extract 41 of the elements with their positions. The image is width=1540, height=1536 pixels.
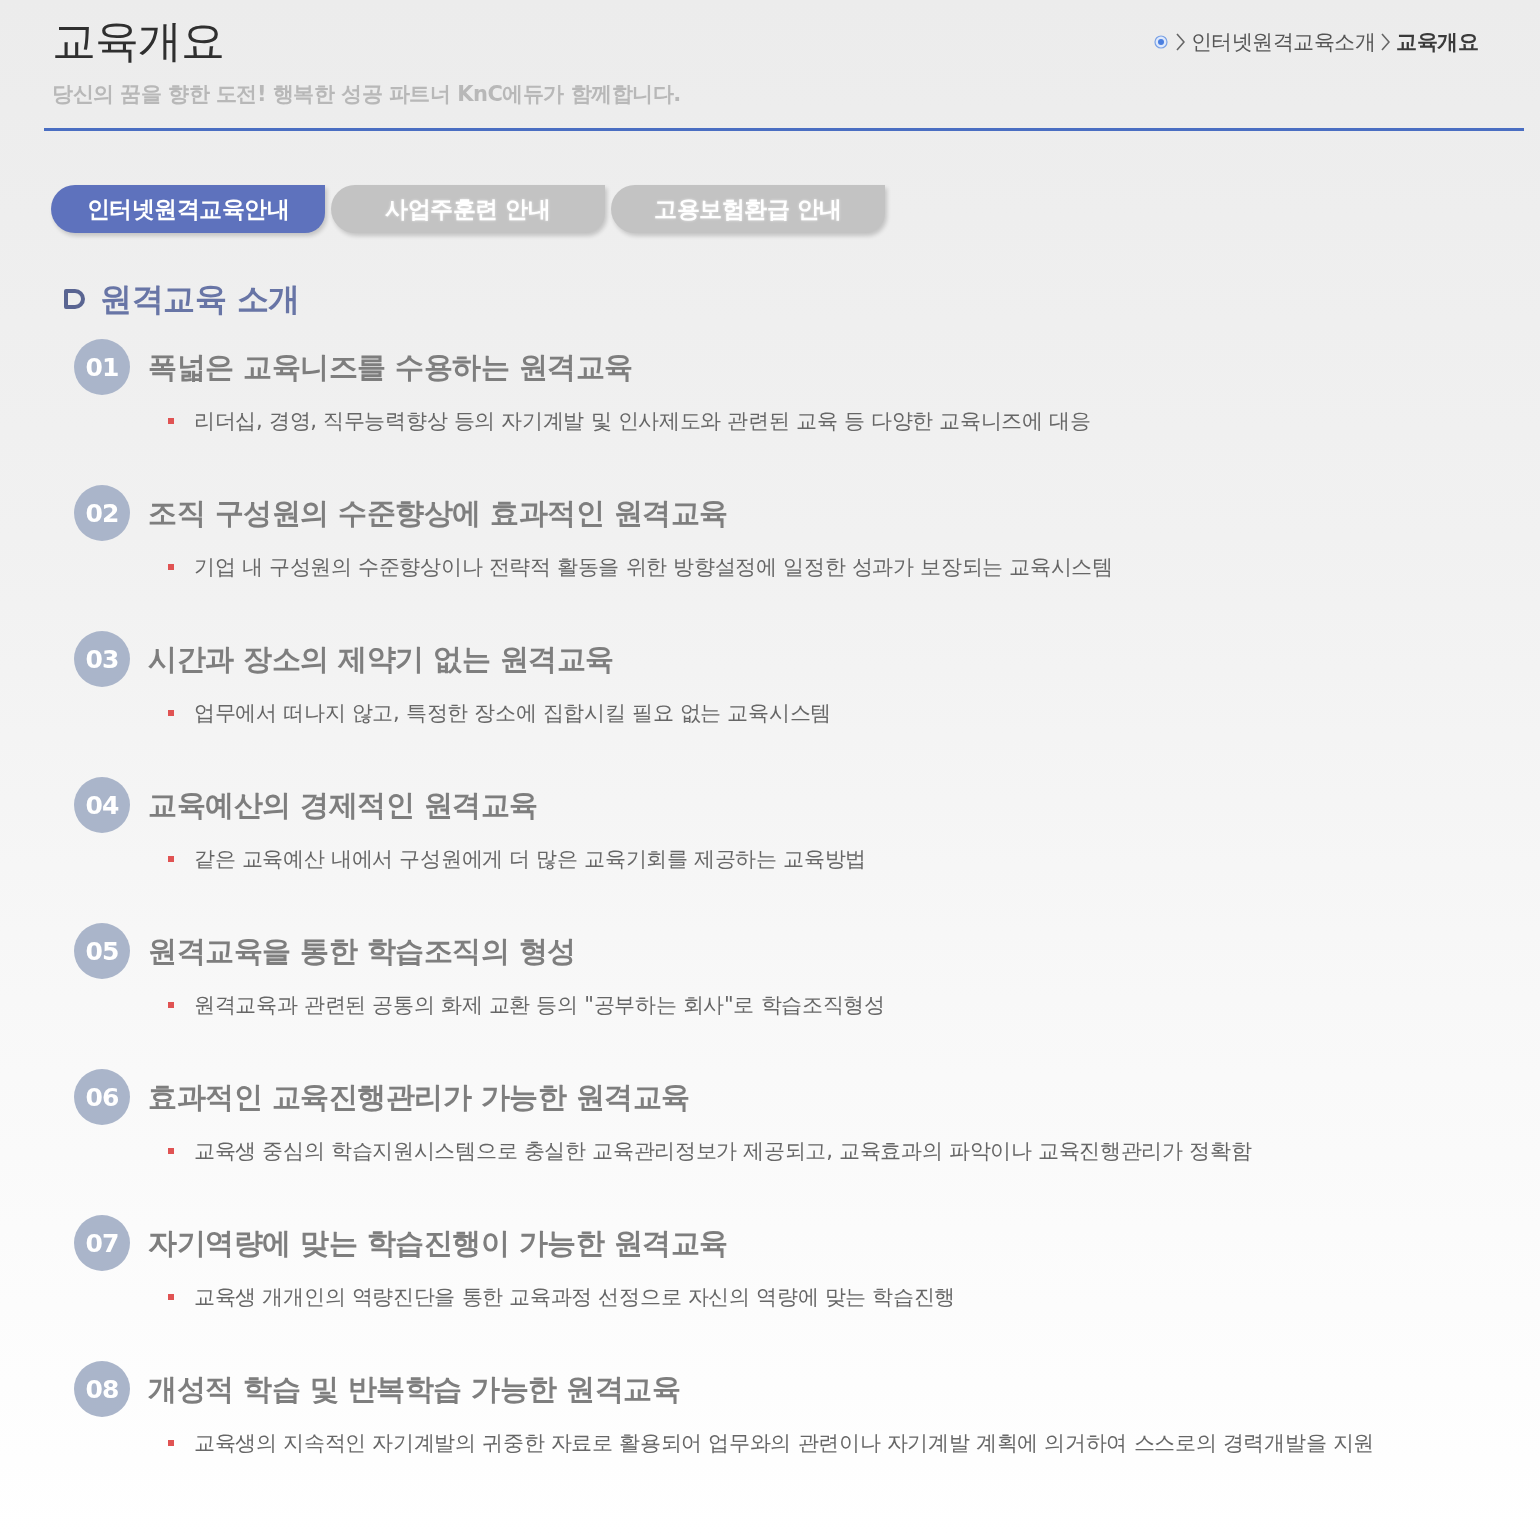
item-title: 효과적인 교육진행관리가 가능한 원격교육 xyxy=(148,1079,690,1116)
item-description: 업무에서 떠나지 않고, 특정한 장소에 집합시킬 필요 없는 교육시스템 xyxy=(194,700,831,727)
bullet-icon xyxy=(168,1440,174,1446)
item-description: 교육생의 지속적인 자기계발의 귀중한 자료로 활용되어 업무와의 관련이나 자기계발 계획에 의거하여 스스로의 경력개발을 지원 xyxy=(194,1430,1374,1457)
number-badge: 01 xyxy=(74,339,130,395)
number-badge: 04 xyxy=(74,777,130,833)
item-title: 폭넓은 교육니즈를 수용하는 원격교육 xyxy=(148,349,633,386)
number-badge: 02 xyxy=(74,485,130,541)
item-title: 개성적 학습 및 반복학습 가능한 원격교육 xyxy=(148,1371,681,1408)
number-badge: 06 xyxy=(74,1069,130,1125)
item-title: 조직 구성원의 수준향상에 효과적인 원격교육 xyxy=(148,495,728,532)
item-description: 같은 교육예산 내에서 구성원에게 더 많은 교육기회를 제공하는 교육방법 xyxy=(194,846,866,873)
bullet-icon xyxy=(168,856,174,862)
section-marker-icon xyxy=(64,289,86,309)
number-badge: 08 xyxy=(74,1361,130,1417)
breadcrumb-link[interactable]: 인터넷원격교육소개 xyxy=(1190,28,1375,56)
breadcrumb-current: 교육개요 xyxy=(1396,29,1478,56)
bullet-icon xyxy=(168,564,174,570)
item-title: 교육예산의 경제적인 원격교육 xyxy=(148,787,538,824)
page-title: 교육개요 xyxy=(52,14,225,68)
tab[interactable]: 인터넷원격교육안내 xyxy=(51,185,325,233)
item-description: 교육생 중심의 학습지원시스템으로 충실한 교육관리정보가 제공되고, 교육효과의 파악이나 교육진행관리가 정확함 xyxy=(194,1138,1252,1165)
number-badge: 05 xyxy=(74,923,130,979)
bullet-icon xyxy=(168,710,174,716)
item-title: 시간과 장소의 제약기 없는 원격교육 xyxy=(148,641,614,678)
bullet-icon xyxy=(168,418,174,424)
bullet-icon xyxy=(168,1148,174,1154)
number-badge: 07 xyxy=(74,1215,130,1271)
item-description: 교육생 개개인의 역량진단을 통한 교육과정 선정으로 자신의 역량에 맞는 학습진행 xyxy=(194,1284,956,1311)
item-description: 기업 내 구성원의 수준향상이나 전략적 활동을 위한 방향설정에 일정한 성과가 보장되는 교육시스템 xyxy=(194,554,1113,581)
home-icon[interactable] xyxy=(1153,35,1168,49)
bullet-icon xyxy=(168,1294,174,1300)
chevron-right-icon xyxy=(1381,33,1390,51)
item-description: 원격교육과 관련된 공통의 화제 교환 등의 "공부하는 회사"로 학습조직형성 xyxy=(194,992,885,1019)
chevron-right-icon xyxy=(1175,33,1185,51)
bullet-icon xyxy=(168,1002,174,1008)
item-description: 리더십, 경영, 직무능력향상 등의 자기계발 및 인사제도와 관련된 교육 등 다양한 교육니즈에 대응 xyxy=(194,408,1091,435)
number-badge: 03 xyxy=(74,631,130,687)
item-title: 원격교육을 통한 학습조직의 형성 xyxy=(148,933,576,970)
section-title: 원격교육 소개 xyxy=(100,279,300,319)
item-title: 자기역량에 맞는 학습진행이 가능한 원격교육 xyxy=(148,1225,728,1262)
